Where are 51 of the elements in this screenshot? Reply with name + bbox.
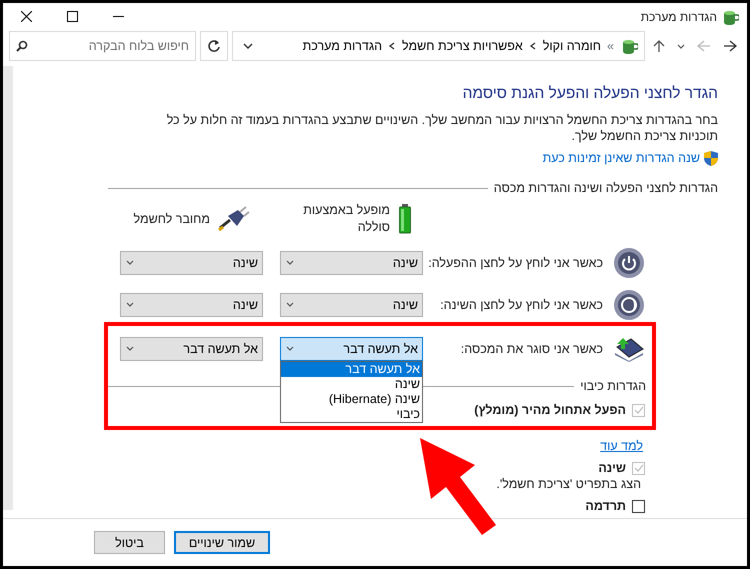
breadcrumb-link[interactable]: חומרה וקול [542, 38, 602, 54]
page-heading: הגדר לחצני הפעלה והפעל הגנת סיסמה [462, 84, 718, 104]
admin-settings-link[interactable]: שנה הגדרות שאינן זמינות כעת [542, 150, 700, 166]
chevron-icon [388, 41, 396, 51]
search-field[interactable]: חיפוש בלוח הבקרה [28, 38, 189, 54]
close-icon [20, 11, 32, 22]
checkbox-label: הפעל אתחול מהיר (מומלץ) [474, 402, 626, 418]
description-text: בחר בהגדרות צריכת החשמל הרצויות עבור המחשב שלך. השינויים שתבצע בהגדרות בעמוד זה חלות על כל תוכניות צריכת החשמל שלך. [166, 112, 718, 144]
setting-label: כאשר אני לוחץ על לחצן ההפעלה: [427, 255, 603, 271]
scrollbar[interactable] [3, 66, 13, 510]
refresh-button[interactable] [200, 31, 228, 61]
battery-icon [398, 204, 412, 234]
power-button-icon [613, 247, 645, 279]
setting-label: כאשר אני לוחץ על לחצן השינה: [439, 297, 603, 313]
sleep-button-icon [613, 289, 645, 321]
section-title: הגדרות לחצני הפעלה ושינה והגדרות מכסה [494, 180, 718, 196]
save-button[interactable]: שמור שינויים [174, 531, 270, 554]
note-text: הצג בתפריט 'צריכת חשמל'. [496, 476, 641, 492]
checkbox-label: שינה [598, 460, 626, 476]
refresh-icon [207, 39, 222, 53]
dropdown[interactable]: אל תעשה דבר [280, 337, 423, 361]
control-panel-icon [620, 37, 638, 55]
breadcrumb-link[interactable]: הגדרות מערכת [302, 38, 382, 54]
setting-label: כאשר אני סוגר את המכסה: [460, 341, 603, 357]
overflow-chevron[interactable]: » [607, 38, 614, 54]
window-title: הגדרות מערכת [640, 8, 717, 24]
arrow-icon [696, 39, 712, 53]
search-field[interactable]: חיפוש בלוח הבקרה [9, 31, 196, 61]
shield-icon [704, 150, 718, 166]
breadcrumb-link[interactable]: אפשרויות צריכת חשמל [402, 38, 523, 54]
cancel-button[interactable]: ביטול [94, 531, 165, 554]
dropdown[interactable]: שינה [280, 251, 423, 275]
search-icon [16, 40, 28, 52]
power-plug-icon [218, 206, 250, 232]
checkbox-label: תרדמה [585, 498, 626, 514]
arrow-icon [722, 39, 738, 53]
maximize-icon [66, 11, 78, 22]
dropdown[interactable]: שינה [120, 293, 263, 317]
address-bar[interactable]: » חומרה וקול אפשרויות צריכת חשמל הגדרות מערכת [232, 31, 645, 61]
dropdown[interactable]: שינה [280, 293, 423, 317]
up-arrow-icon [652, 39, 666, 53]
learn-more-link[interactable]: למד עוד [600, 438, 643, 454]
dropdown[interactable]: שינה [120, 251, 263, 275]
column-header: מחובר לחשמל [133, 210, 210, 228]
checkbox[interactable] [632, 500, 645, 512]
section-title: הגדרות כיבוי [580, 378, 646, 394]
dropdown-option[interactable]: אל תעשה דבר [281, 362, 422, 377]
chevron-icon [528, 41, 537, 51]
laptop-icon [613, 335, 645, 363]
column-header: מופעל באמצעות סוללה [302, 202, 390, 236]
dropdown[interactable]: אל תעשה דבר [120, 337, 263, 361]
